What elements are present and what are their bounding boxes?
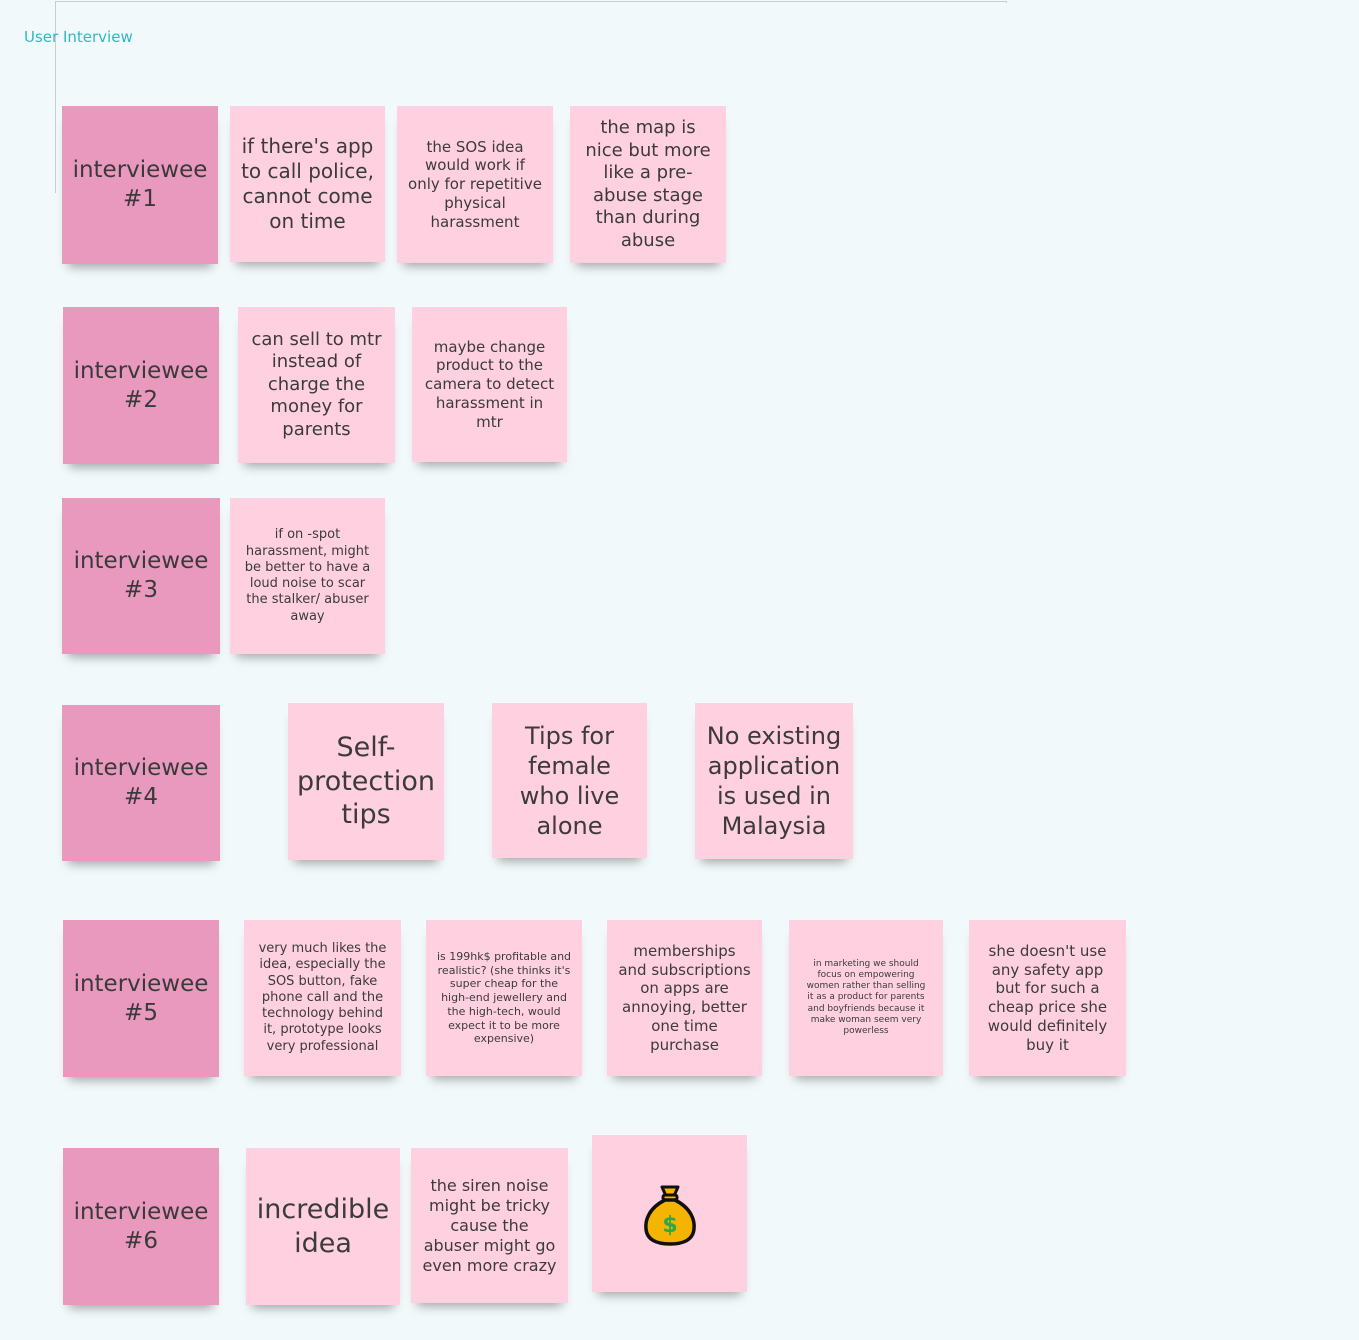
sticky-note[interactable]: she doesn't use any safety app but for s… — [969, 920, 1126, 1076]
svg-text:$: $ — [662, 1213, 677, 1238]
sticky-note[interactable]: if there's app to call police, cannot co… — [230, 106, 385, 262]
sticky-note[interactable]: Tips for female who live alone — [492, 703, 647, 858]
sticky-note[interactable]: incredible idea — [246, 1148, 400, 1305]
sticky-note[interactable]: maybe change product to the camera to de… — [412, 307, 567, 462]
sticky-note-header-interviewee-5[interactable]: interviewee #5 — [63, 920, 219, 1077]
sticky-note[interactable]: can sell to mtr instead of charge the mo… — [238, 307, 395, 463]
sticky-note-header-interviewee-6[interactable]: interviewee #6 — [63, 1148, 219, 1305]
sticky-note[interactable]: is 199hk$ profitable and realistic? (she… — [426, 920, 582, 1076]
frame-border-right — [1006, 1, 1007, 3]
sticky-note[interactable]: the map is nice but more like a pre-abus… — [570, 106, 726, 263]
money-bag-icon: $ — [643, 1185, 696, 1246]
sticky-note[interactable]: Self-protection tips — [288, 703, 444, 860]
frame-border-top — [55, 1, 1007, 2]
sticky-note-header-interviewee-1[interactable]: interviewee #1 — [62, 106, 218, 264]
sticky-note-header-interviewee-3[interactable]: interviewee #3 — [62, 498, 220, 654]
sticky-note-icon[interactable]: $ — [592, 1135, 747, 1292]
sticky-note[interactable]: very much likes the idea, especially the… — [244, 920, 401, 1076]
sticky-note[interactable]: No existing application is used in Malay… — [695, 703, 853, 859]
sticky-note[interactable]: the siren noise might be tricky cause th… — [411, 1148, 568, 1303]
sticky-note[interactable]: memberships and subscriptions on apps ar… — [607, 920, 762, 1076]
sticky-note-header-interviewee-2[interactable]: interviewee #2 — [63, 307, 219, 464]
sticky-note[interactable]: the SOS idea would work if only for repe… — [397, 106, 553, 263]
sticky-note[interactable]: if on -spot harassment, might be better … — [230, 498, 385, 654]
sticky-note-header-interviewee-4[interactable]: interviewee #4 — [62, 705, 220, 861]
frame-title[interactable]: User Interview — [24, 28, 133, 46]
sticky-note[interactable]: in marketing we should focus on empoweri… — [789, 920, 943, 1076]
